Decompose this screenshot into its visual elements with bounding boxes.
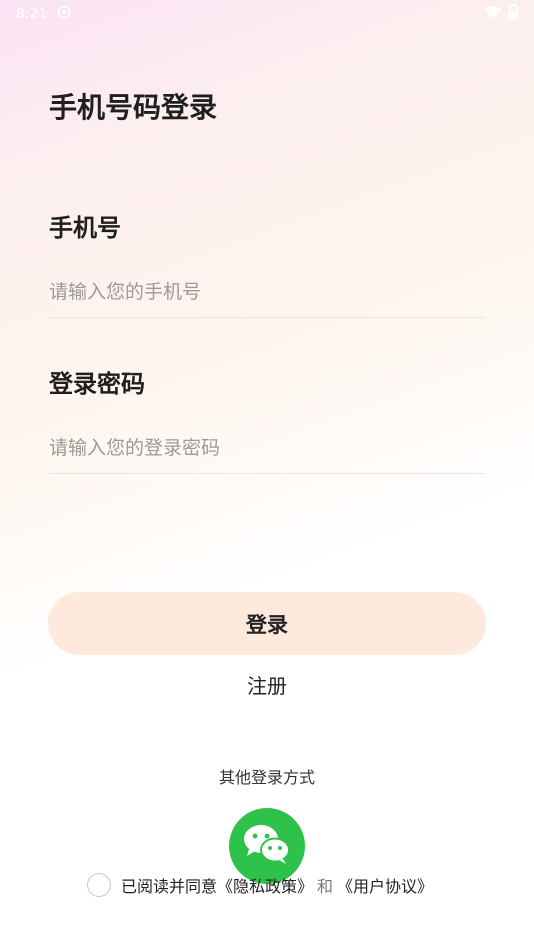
privacy-policy-link[interactable]: 《隐私政策》 [217, 873, 313, 897]
password-label: 登录密码 [49, 370, 145, 398]
user-agreement-link[interactable]: 《用户协议》 [337, 873, 433, 897]
status-left: 8:21 [16, 5, 71, 23]
password-input[interactable] [49, 422, 485, 473]
page-title: 手机号码登录 [49, 91, 218, 124]
agreement-and: 和 [317, 877, 334, 896]
agreement-prefix: 已阅读并同意 [121, 877, 218, 896]
wechat-icon [241, 822, 293, 870]
status-bar: 8:21 [0, 0, 534, 28]
password-input-wrapper [49, 422, 485, 474]
register-link[interactable]: 注册 [0, 670, 534, 699]
status-right [484, 4, 518, 24]
phone-input[interactable] [49, 266, 485, 317]
phone-label: 手机号 [49, 214, 121, 242]
login-button[interactable]: 登录 [48, 592, 486, 655]
other-login-label: 其他登录方式 [218, 768, 315, 787]
status-time: 8:21 [16, 6, 48, 22]
notification-icon [57, 5, 71, 23]
battery-icon [508, 4, 518, 24]
wifi-icon [484, 5, 502, 24]
agreement-checkbox[interactable] [87, 873, 111, 897]
phone-input-wrapper [49, 266, 485, 318]
agreement-row: 已阅读并同意 《隐私政策》 和 《用户协议》 [87, 872, 433, 898]
